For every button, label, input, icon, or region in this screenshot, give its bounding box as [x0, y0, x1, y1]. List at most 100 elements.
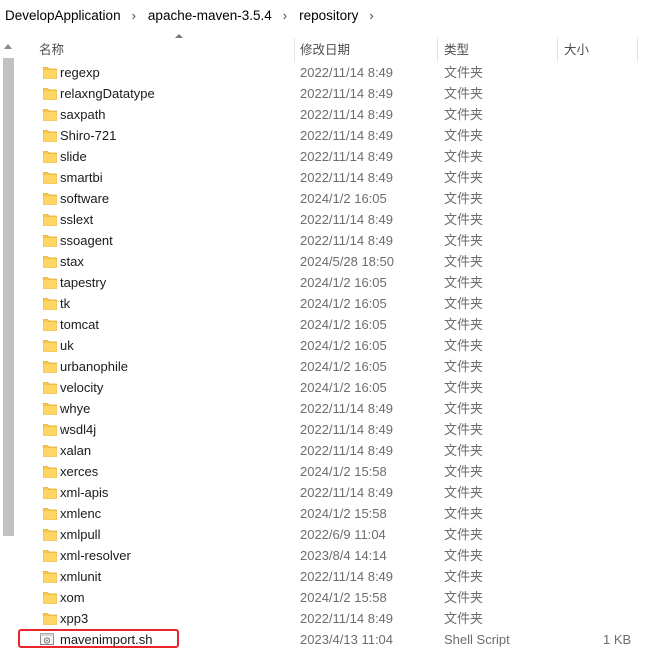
cell-type: 文件夹	[444, 443, 484, 458]
folder-icon	[43, 150, 57, 163]
folder-icon	[43, 591, 57, 604]
folder-row[interactable]: slide 2022/11/14 8:49 文件夹	[17, 146, 662, 167]
cell-name: tk	[60, 296, 71, 311]
cell-name: mavenimport.sh	[60, 632, 153, 647]
breadcrumb-item-repository[interactable]: repository	[299, 8, 358, 23]
folder-icon	[43, 66, 57, 79]
cell-date: 2023/4/13 11:04	[300, 632, 394, 647]
folder-icon	[43, 381, 57, 394]
scroll-up-arrow-icon[interactable]	[4, 44, 12, 49]
chevron-right-icon[interactable]: ›	[132, 8, 136, 23]
cell-date: 2022/11/14 8:49	[300, 107, 394, 122]
cell-type: 文件夹	[444, 548, 484, 563]
folder-icon	[43, 276, 57, 289]
folder-row[interactable]: software 2024/1/2 16:05 文件夹	[17, 188, 662, 209]
cell-date: 2022/11/14 8:49	[300, 401, 394, 416]
chevron-right-icon[interactable]: ›	[369, 8, 373, 23]
cell-date: 2022/11/14 8:49	[300, 485, 394, 500]
cell-type: 文件夹	[444, 401, 484, 416]
cell-type: 文件夹	[444, 422, 484, 437]
cell-date: 2024/1/2 16:05	[300, 296, 387, 311]
folder-row[interactable]: tomcat 2024/1/2 16:05 文件夹	[17, 314, 662, 335]
column-header-date[interactable]: 修改日期	[300, 38, 350, 62]
folder-row[interactable]: wsdl4j 2022/11/14 8:49 文件夹	[17, 419, 662, 440]
cell-type: 文件夹	[444, 149, 484, 164]
cell-date: 2024/1/2 15:58	[300, 590, 387, 605]
cell-name: urbanophile	[60, 359, 128, 374]
cell-name: ssoagent	[60, 233, 113, 248]
cell-type: 文件夹	[444, 338, 484, 353]
folder-row[interactable]: tapestry 2024/1/2 16:05 文件夹	[17, 272, 662, 293]
cell-date: 2024/5/28 18:50	[300, 254, 394, 269]
cell-date: 2022/11/14 8:49	[300, 212, 394, 227]
folder-icon	[43, 87, 57, 100]
folder-row[interactable]: uk 2024/1/2 16:05 文件夹	[17, 335, 662, 356]
folder-icon	[43, 486, 57, 499]
folder-row[interactable]: regexp 2022/11/14 8:49 文件夹	[17, 62, 662, 83]
folder-icon	[43, 318, 57, 331]
column-header-size[interactable]: 大小	[564, 38, 589, 62]
folder-row[interactable]: xalan 2022/11/14 8:49 文件夹	[17, 440, 662, 461]
column-header-row: 名称 修改日期 类型 大小	[17, 34, 662, 62]
folder-icon	[43, 507, 57, 520]
folder-icon	[43, 465, 57, 478]
vertical-scrollbar[interactable]	[0, 38, 17, 650]
column-divider[interactable]	[557, 38, 558, 62]
cell-type: 文件夹	[444, 65, 484, 80]
folder-row[interactable]: xerces 2024/1/2 15:58 文件夹	[17, 461, 662, 482]
folder-icon	[43, 360, 57, 373]
folder-row[interactable]: xmlpull 2022/6/9 11:04 文件夹	[17, 524, 662, 545]
cell-name: xerces	[60, 464, 99, 479]
cell-date: 2022/11/14 8:49	[300, 65, 394, 80]
cell-name: tapestry	[60, 275, 107, 290]
folder-icon	[43, 339, 57, 352]
folder-row[interactable]: ssoagent 2022/11/14 8:49 文件夹	[17, 230, 662, 251]
cell-name: xalan	[60, 443, 92, 458]
cell-name: tomcat	[60, 317, 100, 332]
column-divider[interactable]	[437, 38, 438, 62]
breadcrumb-item-developapplication[interactable]: DevelopApplication	[5, 8, 121, 23]
cell-type: 文件夹	[444, 107, 484, 122]
column-header-name[interactable]: 名称	[39, 38, 64, 62]
cell-name: xpp3	[60, 611, 89, 626]
folder-row[interactable]: Shiro-721 2022/11/14 8:49 文件夹	[17, 125, 662, 146]
folder-row[interactable]: relaxngDatatype 2022/11/14 8:49 文件夹	[17, 83, 662, 104]
breadcrumb-item-apache-maven[interactable]: apache-maven-3.5.4	[148, 8, 272, 23]
folder-row[interactable]: saxpath 2022/11/14 8:49 文件夹	[17, 104, 662, 125]
folder-row[interactable]: xom 2024/1/2 15:58 文件夹	[17, 587, 662, 608]
folder-row[interactable]: smartbi 2022/11/14 8:49 文件夹	[17, 167, 662, 188]
folder-row[interactable]: xmlunit 2022/11/14 8:49 文件夹	[17, 566, 662, 587]
folder-icon	[43, 192, 57, 205]
cell-name: xmlunit	[60, 569, 102, 584]
folder-row[interactable]: xml-resolver 2023/8/4 14:14 文件夹	[17, 545, 662, 566]
cell-name: relaxngDatatype	[60, 86, 155, 101]
scrollbar-thumb[interactable]	[3, 58, 14, 536]
folder-row[interactable]: xml-apis 2022/11/14 8:49 文件夹	[17, 482, 662, 503]
column-header-type[interactable]: 类型	[444, 38, 469, 62]
chevron-right-icon[interactable]: ›	[283, 8, 287, 23]
file-row[interactable]: mavenimport.sh 2023/4/13 11:04 Shell Scrip…	[17, 629, 662, 650]
cell-name: software	[60, 191, 110, 206]
cell-date: 2024/1/2 16:05	[300, 317, 387, 332]
folder-row[interactable]: xmlenc 2024/1/2 15:58 文件夹	[17, 503, 662, 524]
cell-type: 文件夹	[444, 86, 484, 101]
folder-row[interactable]: urbanophile 2024/1/2 16:05 文件夹	[17, 356, 662, 377]
cell-date: 2024/1/2 16:05	[300, 359, 387, 374]
cell-date: 2022/11/14 8:49	[300, 170, 394, 185]
folder-row[interactable]: velocity 2024/1/2 16:05 文件夹	[17, 377, 662, 398]
cell-type: 文件夹	[444, 506, 484, 521]
cell-type: 文件夹	[444, 590, 484, 605]
folder-row[interactable]: sslext 2022/11/14 8:49 文件夹	[17, 209, 662, 230]
file-list: regexp 2022/11/14 8:49 文件夹 relaxngDatatype 2…	[17, 62, 662, 650]
column-divider[interactable]	[637, 38, 638, 62]
column-divider[interactable]	[294, 38, 295, 62]
folder-row[interactable]: stax 2024/5/28 18:50 文件夹	[17, 251, 662, 272]
folder-row[interactable]: tk 2024/1/2 16:05 文件夹	[17, 293, 662, 314]
folder-row[interactable]: whye 2022/11/14 8:49 文件夹	[17, 398, 662, 419]
cell-name: slide	[60, 149, 87, 164]
folder-row[interactable]: xpp3 2022/11/14 8:49 文件夹	[17, 608, 662, 629]
folder-icon	[43, 402, 57, 415]
folder-icon	[43, 528, 57, 541]
cell-size: 1 KB	[603, 632, 632, 647]
cell-name: xml-apis	[60, 485, 109, 500]
